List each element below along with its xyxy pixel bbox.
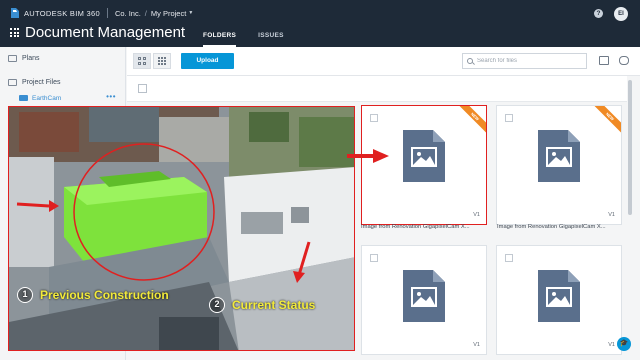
sidebar-item-label: EarthCam — [32, 94, 62, 102]
version-label: V1 — [473, 212, 480, 218]
card-checkbox[interactable] — [505, 114, 513, 122]
version-label: V1 — [608, 212, 615, 218]
label-previous-construction: 1 Previous Construction — [17, 287, 169, 303]
upload-button[interactable]: Upload — [181, 53, 234, 69]
file-card[interactable]: V1 — [361, 245, 487, 355]
file-card[interactable]: V1 — [496, 245, 622, 355]
toolbar: Upload — [127, 47, 640, 76]
card-checkbox[interactable] — [370, 254, 378, 262]
grid-view-icon — [138, 57, 146, 65]
aerial-construction-image — [9, 107, 354, 350]
select-all-row — [127, 76, 627, 102]
top-bar: AUTODESK BIM 360 Co. Inc. / My Project ▼… — [0, 0, 640, 47]
title-row: Document Management — [10, 24, 185, 41]
graduation-cap-icon[interactable]: 🎓 — [617, 337, 631, 351]
divider — [106, 8, 108, 18]
list-view-icon — [158, 57, 166, 65]
image-file-icon — [538, 270, 580, 322]
tab-issues[interactable]: ISSUES — [258, 30, 284, 47]
image-file-icon — [403, 130, 445, 182]
search-input[interactable] — [477, 58, 577, 64]
aerial-photo-overlay: 1 Previous Construction 2 Current Status — [8, 106, 355, 351]
sidebar-item-plans[interactable]: Plans — [8, 55, 40, 62]
app-grid-icon[interactable] — [10, 28, 19, 37]
search-icon — [467, 58, 473, 64]
folder-icon — [19, 95, 28, 101]
image-file-icon — [538, 130, 580, 182]
collaborate-icon[interactable] — [619, 56, 629, 65]
more-options-icon[interactable]: ••• — [106, 92, 116, 101]
step-number-badge: 1 — [17, 287, 33, 303]
folder-settings-icon[interactable] — [599, 56, 609, 65]
sidebar-item-project-files[interactable]: Project Files — [8, 79, 61, 86]
tab-bar: FOLDERS ISSUES — [203, 30, 306, 47]
chevron-down-icon[interactable]: ▼ — [188, 10, 193, 16]
grid-view-button[interactable] — [133, 53, 151, 69]
card-checkbox[interactable] — [370, 114, 378, 122]
card-checkbox[interactable] — [505, 254, 513, 262]
version-label: V1 — [473, 342, 480, 348]
annotation-arrow-icon — [347, 149, 389, 163]
new-badge: NEW — [591, 106, 621, 136]
file-name[interactable]: Image from Renovation GigapixelCam X... — [361, 224, 489, 230]
file-name[interactable]: Image from Renovation GigapixelCam X... — [497, 224, 625, 230]
step-number-badge: 2 — [209, 297, 225, 313]
image-file-icon — [403, 270, 445, 322]
page-title: Document Management — [25, 24, 186, 41]
sidebar-item-label: Plans — [22, 55, 40, 62]
autodesk-logo-icon — [11, 8, 19, 18]
brand-name[interactable]: AUTODESK BIM 360 — [24, 9, 100, 18]
label-current-status: 2 Current Status — [209, 297, 315, 313]
sidebar-item-label: Project Files — [22, 79, 61, 86]
new-badge: NEW — [456, 106, 486, 136]
file-card[interactable]: NEW V1 — [496, 105, 622, 225]
breadcrumb-company[interactable]: Co. Inc. — [115, 9, 141, 18]
version-label: V1 — [608, 342, 615, 348]
folder-stack-icon — [8, 79, 17, 86]
sidebar-item-earthcam[interactable]: EarthCam ••• — [19, 91, 122, 105]
search-box[interactable] — [462, 53, 587, 69]
avatar[interactable]: EI — [614, 7, 628, 21]
brand-row: AUTODESK BIM 360 Co. Inc. / My Project ▼ — [10, 6, 193, 20]
tab-folders[interactable]: FOLDERS — [203, 30, 237, 47]
breadcrumb-separator: / — [144, 8, 147, 18]
scrollbar[interactable] — [628, 80, 632, 215]
list-view-button[interactable] — [153, 53, 171, 69]
select-all-checkbox[interactable] — [138, 84, 147, 93]
breadcrumb-project[interactable]: My Project — [151, 9, 186, 18]
help-icon[interactable]: ? — [594, 9, 603, 18]
plans-icon — [8, 55, 17, 62]
